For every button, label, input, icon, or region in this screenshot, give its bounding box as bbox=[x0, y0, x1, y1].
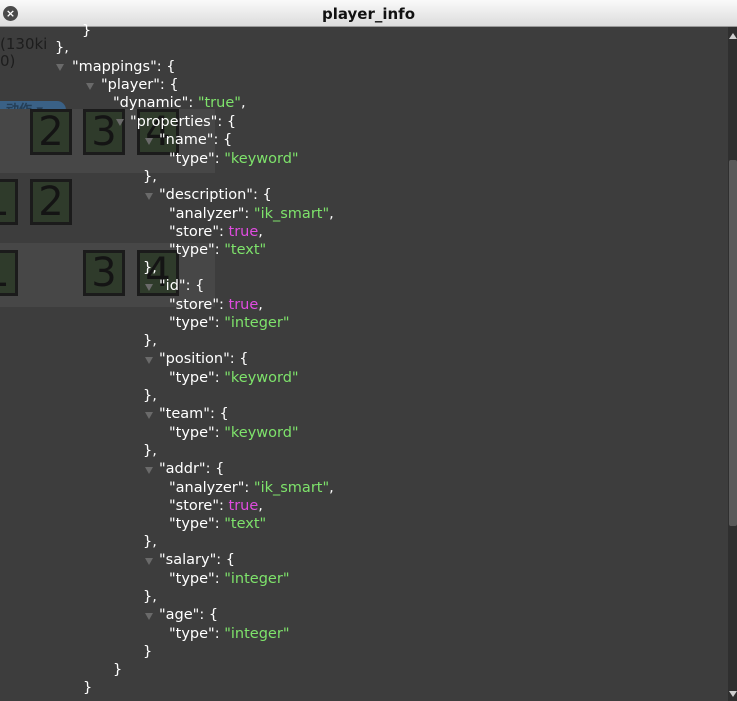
json-key-type: "type": "keyword" bbox=[169, 151, 299, 167]
json-key-position: "position": { bbox=[159, 351, 249, 367]
window-title: player_info bbox=[321, 5, 416, 23]
json-key-addr: "addr": { bbox=[159, 461, 225, 477]
collapse-toggle-icon[interactable] bbox=[86, 83, 94, 90]
json-brace: }, bbox=[143, 534, 157, 550]
json-key-type: "type": "keyword" bbox=[169, 370, 299, 386]
json-key-properties: "properties": { bbox=[130, 114, 237, 130]
collapse-toggle-icon[interactable] bbox=[56, 64, 64, 71]
collapse-toggle-icon[interactable] bbox=[145, 357, 153, 364]
json-brace: } bbox=[83, 680, 93, 696]
json-key-type: "type": "text" bbox=[169, 242, 267, 258]
collapse-toggle-icon[interactable] bbox=[145, 613, 153, 620]
json-key-type: "type": "integer" bbox=[169, 571, 290, 587]
json-key-analyzer: "analyzer": "ik_smart", bbox=[169, 480, 334, 496]
scroll-up-icon[interactable] bbox=[729, 33, 737, 39]
json-key-age: "age": { bbox=[159, 607, 219, 623]
json-key-store: "store": true, bbox=[169, 498, 263, 514]
json-key-dynamic: "dynamic": "true", bbox=[113, 95, 246, 111]
scroll-down-icon[interactable] bbox=[729, 691, 737, 697]
json-key-store: "store": true, bbox=[169, 224, 263, 240]
json-key-type: "type": "integer" bbox=[169, 315, 290, 331]
window-titlebar: × player_info bbox=[0, 0, 737, 27]
collapse-toggle-icon[interactable] bbox=[116, 119, 124, 126]
json-brace: }, bbox=[143, 333, 157, 349]
scrollbar-thumb[interactable] bbox=[729, 160, 737, 526]
json-key-description: "description": { bbox=[159, 187, 272, 203]
json-key-store: "store": true, bbox=[169, 297, 263, 313]
vertical-scrollbar[interactable] bbox=[728, 27, 737, 701]
json-brace: }, bbox=[55, 40, 69, 56]
collapse-toggle-icon[interactable] bbox=[145, 558, 153, 565]
json-viewer: } }, "mappings": { "player": { "dynamic"… bbox=[0, 23, 728, 701]
json-key-type: "type": "text" bbox=[169, 516, 267, 532]
json-brace: }, bbox=[143, 589, 157, 605]
json-key-type: "type": "integer" bbox=[169, 626, 290, 642]
json-brace: } bbox=[82, 23, 92, 39]
collapse-toggle-icon[interactable] bbox=[145, 138, 153, 145]
json-key-team: "team": { bbox=[159, 406, 229, 422]
json-key-player: "player": { bbox=[101, 77, 179, 93]
json-key-type: "type": "keyword" bbox=[169, 425, 299, 441]
json-brace: }, bbox=[143, 260, 157, 276]
json-key-salary: "salary": { bbox=[159, 552, 235, 568]
collapse-toggle-icon[interactable] bbox=[145, 467, 153, 474]
json-key-id: "id": { bbox=[159, 278, 205, 294]
collapse-toggle-icon[interactable] bbox=[145, 193, 153, 200]
json-brace: } bbox=[113, 662, 123, 678]
json-key-name: "name": { bbox=[159, 132, 233, 148]
json-key-mappings: "mappings": { bbox=[72, 59, 176, 75]
json-brace: } bbox=[143, 644, 153, 660]
json-key-analyzer: "analyzer": "ik_smart", bbox=[169, 206, 334, 222]
json-brace: }, bbox=[143, 169, 157, 185]
collapse-toggle-icon[interactable] bbox=[145, 412, 153, 419]
json-brace: }, bbox=[143, 443, 157, 459]
collapse-toggle-icon[interactable] bbox=[145, 284, 153, 291]
json-brace: }, bbox=[143, 388, 157, 404]
